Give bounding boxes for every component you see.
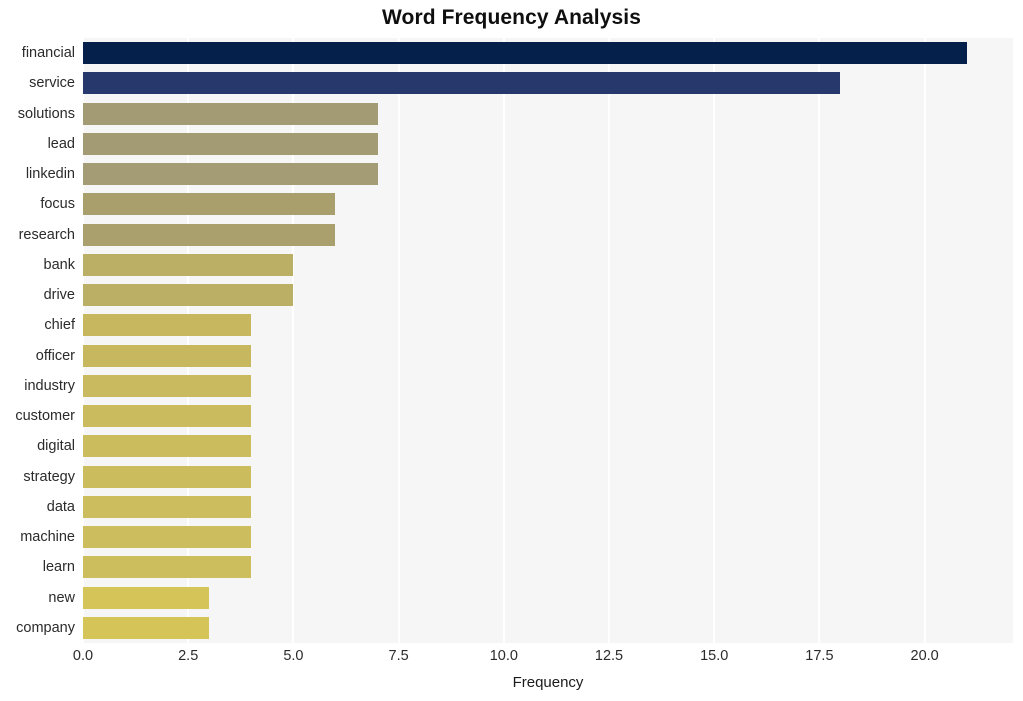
y-axis-tick-label: industry bbox=[24, 377, 75, 394]
y-axis-tick-label: service bbox=[29, 75, 75, 92]
y-axis-tick-label: learn bbox=[42, 559, 75, 576]
y-axis-tick-label: bank bbox=[43, 256, 75, 273]
y-axis-tick-label: drive bbox=[43, 287, 75, 304]
y-axis-tick-label: customer bbox=[15, 408, 75, 425]
y-axis-tick-label: research bbox=[18, 226, 75, 243]
x-axis-tick-label: 10.0 bbox=[489, 648, 518, 664]
y-axis-tick-label: lead bbox=[47, 135, 75, 152]
bar[interactable] bbox=[83, 284, 294, 307]
bar[interactable] bbox=[83, 344, 252, 367]
x-axis-title: Frequency bbox=[512, 674, 584, 691]
bar[interactable] bbox=[83, 163, 378, 186]
y-axis-tick-label: machine bbox=[20, 529, 75, 546]
plot-area bbox=[83, 38, 1013, 643]
x-axis-tick-label: 20.0 bbox=[910, 648, 939, 664]
x-axis-tick-labels: 0.0 2.5 5.0 7.5 10.0 12.5 15.0 17.5 20.0 bbox=[0, 648, 1023, 668]
bar[interactable] bbox=[83, 556, 252, 579]
bar[interactable] bbox=[83, 526, 252, 549]
bar[interactable] bbox=[83, 586, 210, 609]
x-axis-tick-label: 7.5 bbox=[388, 648, 409, 664]
chart-title: Word Frequency Analysis bbox=[381, 6, 642, 29]
y-axis-tick-label: new bbox=[48, 589, 75, 606]
y-axis-tick-label: solutions bbox=[17, 105, 75, 122]
chart-figure: Word Frequency Analysis financial service… bbox=[0, 0, 1023, 701]
bar[interactable] bbox=[83, 374, 252, 397]
x-axis-tick-label: 15.0 bbox=[700, 648, 729, 664]
bar[interactable] bbox=[83, 405, 252, 428]
x-axis-tick-label: 2.5 bbox=[178, 648, 199, 664]
y-axis-tick-label: digital bbox=[37, 438, 75, 455]
bar[interactable] bbox=[83, 42, 967, 65]
y-axis-tick-label: data bbox=[46, 498, 75, 515]
bar[interactable] bbox=[83, 435, 252, 458]
y-axis-tick-label: financial bbox=[21, 45, 75, 62]
y-axis-tick-label: linkedin bbox=[25, 166, 75, 183]
bar[interactable] bbox=[83, 102, 378, 125]
bar[interactable] bbox=[83, 616, 210, 639]
bar[interactable] bbox=[83, 465, 252, 488]
x-axis-tick-label: 17.5 bbox=[805, 648, 834, 664]
x-axis-tick-label: 12.5 bbox=[594, 648, 624, 664]
bar[interactable] bbox=[83, 72, 841, 95]
x-axis-tick-label: 5.0 bbox=[283, 648, 304, 664]
bar[interactable] bbox=[83, 253, 294, 276]
bar-series bbox=[83, 38, 1013, 643]
y-axis-tick-label: strategy bbox=[23, 468, 75, 485]
bar[interactable] bbox=[83, 193, 336, 216]
y-axis-tick-label: officer bbox=[35, 347, 75, 364]
y-axis-tick-label: company bbox=[16, 619, 75, 636]
bar[interactable] bbox=[83, 314, 252, 337]
bar[interactable] bbox=[83, 223, 336, 246]
y-axis-tick-label: focus bbox=[40, 196, 75, 213]
x-axis-tick-label: 0.0 bbox=[72, 648, 94, 664]
bar[interactable] bbox=[83, 495, 252, 518]
y-axis-tick-labels: financial service solutions lead linkedin foc… bbox=[0, 38, 75, 643]
y-axis-tick-label: chief bbox=[44, 317, 75, 334]
bar[interactable] bbox=[83, 132, 378, 155]
